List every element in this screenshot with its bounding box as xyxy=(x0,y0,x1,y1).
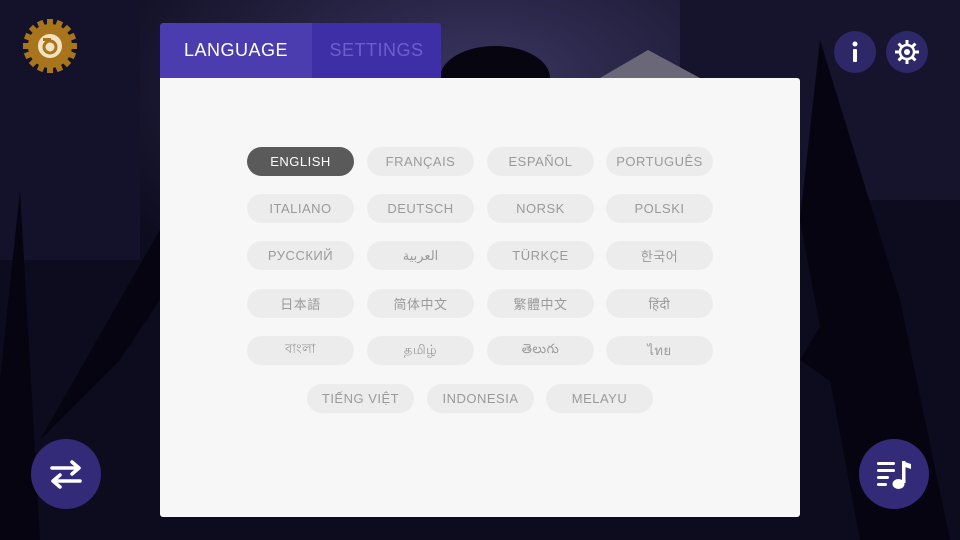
swap-button[interactable] xyxy=(31,439,101,509)
language-panel: ENGLISH FRANÇAIS ESPAÑOL PORTUGUÊS ITALI… xyxy=(160,78,800,517)
language-option-hindi[interactable]: हिंदी xyxy=(606,289,713,318)
language-option-vietnamese[interactable]: TIẾNG VIỆT xyxy=(307,384,414,413)
language-option-italian[interactable]: ITALIANO xyxy=(247,194,354,223)
language-option-arabic[interactable]: العربية xyxy=(367,241,474,270)
language-option-tamil[interactable]: தமிழ் xyxy=(367,336,474,365)
language-option-malay[interactable]: MELAYU xyxy=(546,384,653,413)
language-option-french[interactable]: FRANÇAIS xyxy=(367,147,474,176)
language-option-indonesian[interactable]: INDONESIA xyxy=(427,384,534,413)
language-option-simplified-chinese[interactable]: 简体中文 xyxy=(367,289,474,318)
language-option-japanese[interactable]: 日本語 xyxy=(247,289,354,318)
language-option-polish[interactable]: POLSKI xyxy=(606,194,713,223)
settings-button[interactable] xyxy=(886,31,928,73)
language-option-thai[interactable]: ไทย xyxy=(606,336,713,365)
playlist-music-icon xyxy=(877,461,911,489)
gear-icon xyxy=(895,40,919,64)
language-option-traditional-chinese[interactable]: 繁體中文 xyxy=(487,289,594,318)
language-option-turkish[interactable]: TÜRKÇE xyxy=(487,241,594,270)
language-option-bengali[interactable]: বাংলা xyxy=(247,336,354,365)
swap-arrows-icon xyxy=(50,460,82,489)
info-button[interactable] xyxy=(834,31,876,73)
tab-settings[interactable]: SETTINGS xyxy=(312,23,441,78)
gear-logo-icon[interactable] xyxy=(22,18,78,74)
language-option-portuguese[interactable]: PORTUGUÊS xyxy=(606,147,713,176)
language-option-spanish[interactable]: ESPAÑOL xyxy=(487,147,594,176)
language-option-russian[interactable]: РУССКИЙ xyxy=(247,241,354,270)
language-option-korean[interactable]: 한국어 xyxy=(606,241,713,270)
language-option-german[interactable]: DEUTSCH xyxy=(367,194,474,223)
language-option-telugu[interactable]: తెలుగు xyxy=(487,336,594,365)
language-option-norwegian[interactable]: NORSK xyxy=(487,194,594,223)
playlist-button[interactable] xyxy=(859,439,929,509)
language-option-english[interactable]: ENGLISH xyxy=(247,147,354,176)
tab-bar: LANGUAGE SETTINGS xyxy=(160,23,441,78)
info-icon xyxy=(852,41,858,62)
tab-language[interactable]: LANGUAGE xyxy=(160,23,312,78)
